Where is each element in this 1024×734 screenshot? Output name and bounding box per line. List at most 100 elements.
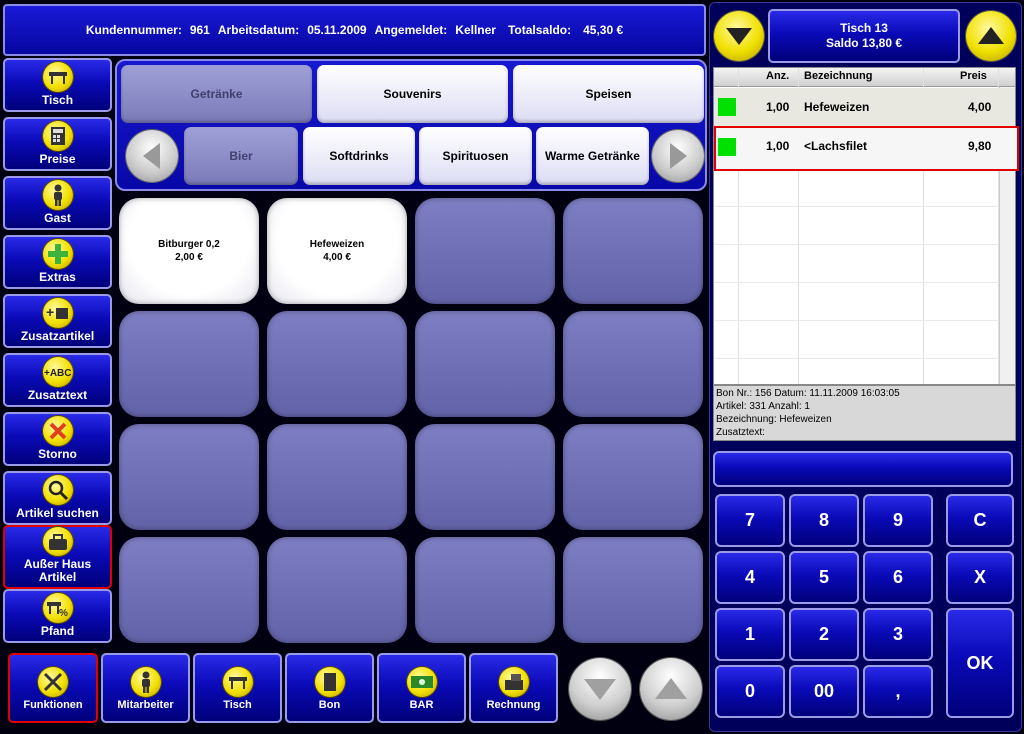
subcategory-tab-bier[interactable]: Bier [184, 127, 298, 185]
empty-item-tile [563, 311, 703, 417]
sidebar-button-tisch[interactable]: Tisch [3, 58, 112, 112]
details-text-line: Zusatztext: [716, 427, 765, 438]
row-qty: 1,00 [766, 100, 790, 114]
rechnung-button[interactable]: Rechnung [469, 653, 558, 723]
logged-in-label: Angemeldet: [374, 23, 448, 37]
arrow-up-icon [655, 678, 687, 699]
subcategory-tab-spirituosen[interactable]: Spirituosen [419, 127, 532, 185]
bar-button[interactable]: BAR [377, 653, 466, 723]
sidebar-label: Pfand [40, 624, 75, 638]
person-icon [130, 667, 161, 697]
svg-text:+: + [46, 304, 54, 320]
cash-icon [406, 667, 437, 697]
numpad-key-5[interactable]: 5 [789, 551, 859, 604]
details-article-line: Artikel: 331 Anzahl: 1 [716, 401, 810, 412]
category-panel: Getränke Souvenirs Speisen Bier Softdrin… [115, 59, 707, 191]
empty-item-tile [415, 198, 555, 304]
numpad-key-9[interactable]: 9 [863, 494, 933, 547]
numpad-key-2[interactable]: 2 [789, 608, 859, 661]
bon-button[interactable]: Bon [285, 653, 374, 723]
funktionen-button[interactable]: Funktionen [8, 653, 98, 723]
mitarbeiter-button[interactable]: Mitarbeiter [101, 653, 190, 723]
status-indicator [718, 138, 736, 156]
table-icon [42, 62, 73, 92]
abc-icon: +ABC [42, 357, 73, 387]
bottom-label: Bon [318, 699, 341, 711]
category-tab-speisen[interactable]: Speisen [513, 65, 704, 123]
scroll-down-button[interactable] [569, 658, 631, 720]
sidebar-button-gast[interactable]: Gast [3, 176, 112, 230]
item-tile-bitburger[interactable]: Bitburger 0,2 2,00 € [119, 198, 259, 304]
svg-text:%: % [59, 608, 68, 617]
category-tab-getraenke[interactable]: Getränke [121, 65, 312, 123]
item-name: Hefeweizen [309, 239, 365, 250]
empty-item-tile [563, 198, 703, 304]
sidebar-button-zusatzartikel[interactable]: + Zusatzartikel [3, 294, 112, 348]
plus-icon [42, 239, 73, 269]
numpad-key-comma[interactable]: , [863, 665, 933, 718]
numpad-key-4[interactable]: 4 [715, 551, 785, 604]
sidebar-label: Tisch [41, 93, 74, 107]
table-next-button[interactable] [966, 11, 1016, 61]
scroll-left-button[interactable] [126, 130, 178, 182]
category-tab-souvenirs[interactable]: Souvenirs [317, 65, 508, 123]
sidebar-button-pfand[interactable]: % Pfand [3, 589, 112, 643]
sidebar-button-artikel-suchen[interactable]: Artikel suchen [3, 471, 112, 525]
column-header-name: Bezeichnung [804, 70, 873, 82]
customer-number-label: Kundennummer: [85, 23, 182, 37]
item-name: Bitburger 0,2 [158, 239, 220, 250]
table-icon [222, 667, 253, 697]
arrow-down-icon [726, 28, 752, 45]
tisch-button[interactable]: Tisch [193, 653, 282, 723]
arrow-left-icon [143, 143, 160, 169]
details-box: Bon Nr.: 156 Datum: 11.11.2009 16:03:05 … [713, 385, 1016, 441]
empty-item-tile [415, 311, 555, 417]
sidebar-label: Zusatzartikel [20, 329, 95, 343]
sidebar-label: Extras [39, 270, 76, 284]
sidebar-label: Gast [44, 211, 71, 225]
work-date-label: Arbeitsdatum: [217, 23, 300, 37]
ok-button[interactable]: OK [946, 608, 1014, 718]
sidebar-button-storno[interactable]: Storno [3, 412, 112, 466]
register-icon [498, 667, 529, 697]
numpad-key-3[interactable]: 3 [863, 608, 933, 661]
numpad-key-7[interactable]: 7 [715, 494, 785, 547]
subcategory-tab-softdrinks[interactable]: Softdrinks [303, 127, 415, 185]
arrow-down-icon [584, 679, 616, 700]
status-header: Kundennummer: 961 Arbeitsdatum: 05.11.20… [3, 4, 706, 56]
table-row[interactable]: 1,00 Hefeweizen 4,00 [714, 88, 1015, 126]
numpad-key-6[interactable]: 6 [863, 551, 933, 604]
numpad-key-0[interactable]: 0 [715, 665, 785, 718]
deposit-icon: % [42, 593, 73, 623]
row-name: <Lachsfilet [804, 139, 868, 153]
column-header-qty: Anz. [766, 70, 790, 82]
table-row[interactable]: 1,00 <Lachsfilet 9,80 [714, 126, 1019, 171]
sidebar-button-ausser-haus[interactable]: Außer Haus Artikel [3, 525, 112, 589]
item-price: 4,00 € [323, 252, 351, 263]
order-table-header: Anz. Bezeichnung Preis [714, 68, 1015, 87]
sidebar-label: Zusatztext [27, 388, 88, 402]
multiply-button[interactable]: X [946, 551, 1014, 604]
numpad-key-8[interactable]: 8 [789, 494, 859, 547]
subcategory-tab-warme-getraenke[interactable]: Warme Getränke [536, 127, 649, 185]
sidebar-button-extras[interactable]: Extras [3, 235, 112, 289]
table-saldo: Saldo 13,80 € [825, 36, 903, 50]
scroll-right-button[interactable] [652, 130, 704, 182]
work-date-value: 05.11.2009 [307, 23, 367, 37]
numpad-key-00[interactable]: 00 [789, 665, 859, 718]
bottom-label: BAR [409, 699, 434, 711]
arrow-up-icon [978, 27, 1004, 44]
sidebar-button-zusatztext[interactable]: +ABC Zusatztext [3, 353, 112, 407]
table-previous-button[interactable] [714, 11, 764, 61]
empty-item-tile [563, 537, 703, 643]
scroll-up-button[interactable] [640, 658, 702, 720]
sidebar-button-preise[interactable]: Preise [3, 117, 112, 171]
order-table: Anz. Bezeichnung Preis 1,00 Hefeweizen 4… [713, 67, 1019, 385]
arrow-right-icon [670, 143, 687, 169]
item-tile-hefeweizen[interactable]: Hefeweizen 4,00 € [267, 198, 407, 304]
numpad-key-1[interactable]: 1 [715, 608, 785, 661]
clear-button[interactable]: C [946, 494, 1014, 547]
empty-item-tile [415, 537, 555, 643]
input-display [713, 451, 1013, 487]
takeaway-icon [42, 527, 73, 556]
